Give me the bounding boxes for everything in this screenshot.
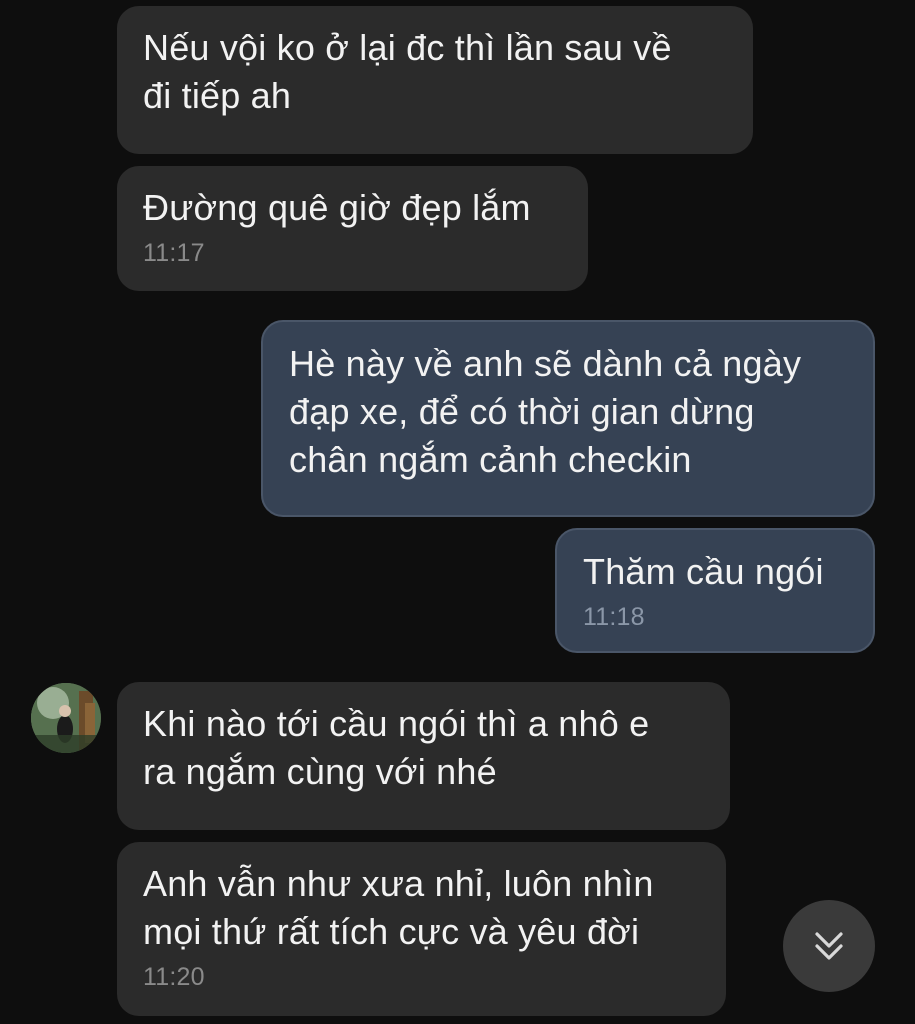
- message-text: Hè này về anh sẽ dành cả ngày đạp xe, để…: [289, 343, 802, 480]
- message-bubble-incoming[interactable]: Khi nào tới cầu ngói thì a nhô e ra ngắm…: [117, 682, 730, 830]
- message-bubble-incoming[interactable]: Anh vẫn như xưa nhỉ, luôn nhìn mọi thứ r…: [117, 842, 726, 1016]
- message-text: Nếu vội ko ở lại đc thì lần sau về đi ti…: [143, 27, 672, 116]
- message-bubble-outgoing[interactable]: Hè này về anh sẽ dành cả ngày đạp xe, để…: [261, 320, 875, 517]
- message-bubble-outgoing[interactable]: Thăm cầu ngói 11:18: [555, 528, 875, 653]
- message-timestamp: 11:20: [143, 963, 205, 991]
- message-text: Đường quê giờ đẹp lắm: [143, 187, 531, 228]
- chevron-double-down-icon: [815, 932, 843, 960]
- message-bubble-incoming[interactable]: Đường quê giờ đẹp lắm 11:17: [117, 166, 588, 291]
- contact-avatar[interactable]: [31, 683, 101, 753]
- message-text: Anh vẫn như xưa nhỉ, luôn nhìn mọi thứ r…: [143, 863, 654, 952]
- message-timestamp: 11:17: [143, 239, 205, 267]
- avatar-photo-icon: [31, 683, 101, 753]
- message-timestamp: 11:18: [583, 603, 645, 631]
- message-text: Khi nào tới cầu ngói thì a nhô e ra ngắm…: [143, 703, 650, 792]
- message-text: Thăm cầu ngói: [583, 551, 824, 592]
- message-bubble-incoming[interactable]: Nếu vội ko ở lại đc thì lần sau về đi ti…: [117, 6, 753, 154]
- scroll-to-bottom-button[interactable]: [783, 900, 875, 992]
